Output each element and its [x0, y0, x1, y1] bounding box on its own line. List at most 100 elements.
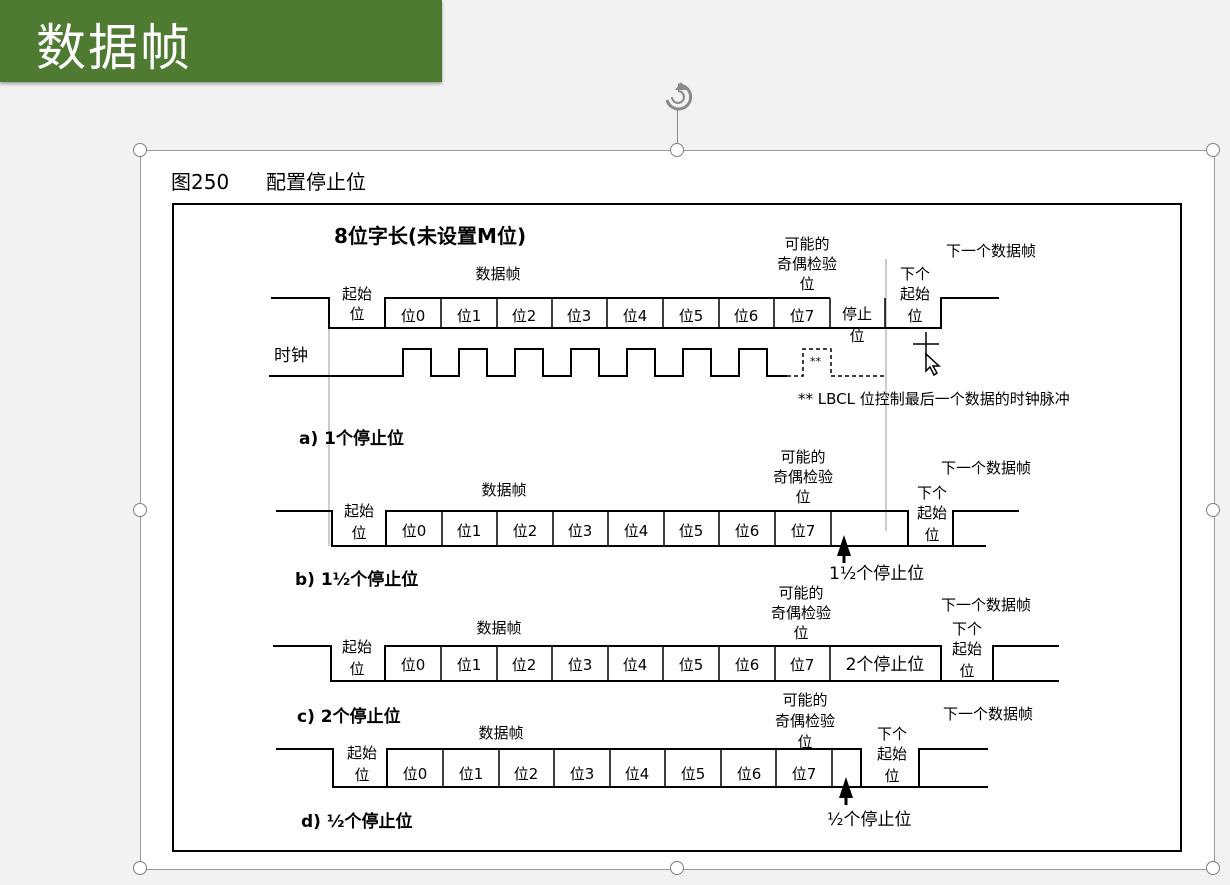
bit-4: 位4 — [623, 307, 648, 325]
frame-c: 位0 位1 位2 位3 位4 位5 位6 位7 2个停止位 起始 位 数据帧 可… — [273, 584, 1059, 682]
bit-2: 位2 — [512, 656, 537, 674]
bit-3: 位3 — [567, 307, 592, 325]
resize-handle-bottom-left[interactable] — [133, 861, 147, 875]
bit-4: 位4 — [625, 765, 650, 783]
bit-6: 位6 — [735, 656, 760, 674]
bit-0: 位0 — [401, 307, 426, 325]
diagram-border — [172, 203, 1182, 852]
parity-label: 可能的 — [782, 691, 827, 709]
resize-handle-top-right[interactable] — [1206, 143, 1220, 157]
bit-7: 位7 — [791, 522, 816, 540]
next-frame-label: 下一个数据帧 — [943, 705, 1033, 723]
case-d-label: d) ½个停止位 — [301, 811, 412, 832]
stop-bit-label-b: 1½个停止位 — [829, 564, 924, 584]
next-start-label: 下个 — [917, 484, 947, 502]
clock-label: 时钟 — [274, 346, 308, 366]
bit-0: 位0 — [401, 656, 426, 674]
stop-bit-label: 停止 — [842, 305, 872, 323]
frame-label: 数据帧 — [481, 481, 526, 499]
bit-7: 位7 — [790, 656, 815, 674]
resize-handle-bottom-right[interactable] — [1206, 861, 1220, 875]
resize-handle-right[interactable] — [1206, 503, 1220, 517]
next-start-label: 下个 — [900, 265, 930, 283]
selected-picture[interactable]: 图250 配置停止位 8位字长(未设置M位) 位0 位1 位2 位3 位4 位5… — [140, 150, 1215, 870]
parity-label: 可能的 — [780, 448, 825, 466]
next-start-label: 下个 — [877, 725, 907, 743]
lbcl-note: ** LBCL 位控制最后一个数据的时钟脉冲 — [798, 390, 1070, 408]
slide-title-bar: 数据帧 — [0, 0, 442, 82]
next-start-label: 位 — [924, 526, 939, 544]
bit-1: 位1 — [457, 656, 482, 674]
next-frame-label: 下一个数据帧 — [946, 242, 1036, 260]
parity-label: 奇偶检验 — [773, 468, 833, 486]
bit-5: 位5 — [679, 656, 704, 674]
bit-6: 位6 — [734, 307, 759, 325]
stop-bit-label: 位 — [849, 327, 864, 345]
bit-2: 位2 — [513, 522, 538, 540]
parity-label: 可能的 — [784, 235, 829, 253]
figure-title: 配置停止位 — [266, 170, 366, 194]
frame-b: 位0 位1 位2 位3 位4 位5 位6 位7 起始 位 数据帧 可能的 奇偶检… — [276, 448, 1031, 584]
next-start-label: 起始 — [952, 640, 982, 658]
bit-1: 位1 — [459, 765, 484, 783]
stop-bit-label-c: 2个停止位 — [846, 655, 925, 675]
parity-label: 奇偶检验 — [777, 255, 837, 273]
bit-6: 位6 — [735, 522, 760, 540]
start-bit-label: 起始 — [347, 744, 377, 762]
move-cursor-icon — [913, 332, 941, 377]
frame-label: 数据帧 — [476, 619, 521, 637]
next-frame-label: 下一个数据帧 — [941, 596, 1031, 614]
parity-label: 位 — [797, 733, 812, 751]
parity-label: 奇偶检验 — [775, 712, 835, 730]
rotate-icon[interactable] — [661, 80, 695, 114]
bit-3: 位3 — [568, 656, 593, 674]
resize-handle-top[interactable] — [670, 143, 684, 157]
parity-label: 位 — [795, 488, 810, 506]
stop-bit-label-d: ½个停止位 — [827, 810, 911, 830]
bit-7: 位7 — [790, 307, 815, 325]
case-a-label: a) 1个停止位 — [299, 428, 404, 449]
lbcl-marker: ** — [810, 355, 822, 368]
resize-handle-top-left[interactable] — [133, 143, 147, 157]
next-start-label: 下个 — [952, 620, 982, 638]
bit-2: 位2 — [512, 307, 537, 325]
bit-4: 位4 — [624, 522, 649, 540]
figure-number: 图250 — [171, 170, 229, 194]
resize-handle-bottom[interactable] — [670, 861, 684, 875]
next-start-label: 起始 — [900, 285, 930, 303]
diagram-heading: 8位字长(未设置M位) — [334, 224, 526, 248]
slide-title: 数据帧 — [36, 19, 192, 77]
parity-label: 位 — [793, 624, 808, 642]
bit-3: 位3 — [568, 522, 593, 540]
bit-1: 位1 — [457, 307, 482, 325]
bit-2: 位2 — [514, 765, 539, 783]
start-bit-label: 位 — [354, 766, 369, 784]
start-bit-label: 位 — [351, 524, 366, 542]
start-bit-label: 起始 — [342, 285, 372, 303]
bit-3: 位3 — [570, 765, 595, 783]
bit-5: 位5 — [681, 765, 706, 783]
start-bit-label: 起始 — [344, 502, 374, 520]
bit-4: 位4 — [623, 656, 648, 674]
case-c-label: c) 2个停止位 — [297, 706, 401, 727]
bit-5: 位5 — [679, 307, 704, 325]
next-start-label: 位 — [959, 662, 974, 680]
bit-7: 位7 — [792, 765, 817, 783]
start-bit-label: 位 — [349, 305, 364, 323]
resize-handle-left[interactable] — [133, 503, 147, 517]
parity-label: 可能的 — [778, 584, 823, 602]
frame-label: 数据帧 — [478, 724, 523, 742]
uart-stop-bit-diagram: 图250 配置停止位 8位字长(未设置M位) 位0 位1 位2 位3 位4 位5… — [171, 170, 1182, 852]
frame-a: 位0 位1 位2 位3 位4 位5 位6 位7 起始 位 数据帧 可能的 奇偶检… — [271, 235, 1036, 345]
bit-6: 位6 — [737, 765, 762, 783]
frame-label: 数据帧 — [475, 265, 520, 283]
next-start-label: 起始 — [877, 745, 907, 763]
next-frame-label: 下一个数据帧 — [941, 459, 1031, 477]
case-b-label: b) 1½个停止位 — [295, 569, 418, 590]
bit-0: 位0 — [402, 522, 427, 540]
next-start-label: 起始 — [917, 504, 947, 522]
start-bit-label: 起始 — [342, 638, 372, 656]
bit-0: 位0 — [403, 765, 428, 783]
next-start-label: 位 — [907, 307, 922, 325]
next-start-label: 位 — [884, 767, 899, 785]
